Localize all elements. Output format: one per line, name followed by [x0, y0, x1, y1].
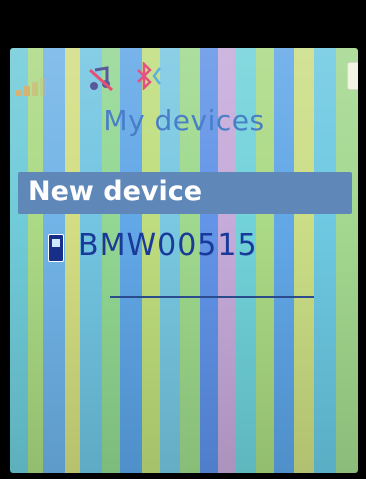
device-name: BMW00515: [78, 228, 258, 263]
page-title: My devices: [103, 104, 265, 137]
battery-icon: [347, 62, 358, 90]
signal-strength-icon: [16, 78, 46, 96]
music-muted-icon: [88, 66, 114, 92]
menu-item-label: New device: [28, 176, 203, 207]
divider: [110, 296, 314, 298]
bluetooth-icon: [137, 62, 161, 90]
phone-screen: My devices New device BMW00515: [10, 48, 358, 473]
menu-item-new-device[interactable]: New device: [18, 172, 352, 214]
phone-icon: [48, 234, 64, 262]
status-bar: [10, 48, 358, 108]
